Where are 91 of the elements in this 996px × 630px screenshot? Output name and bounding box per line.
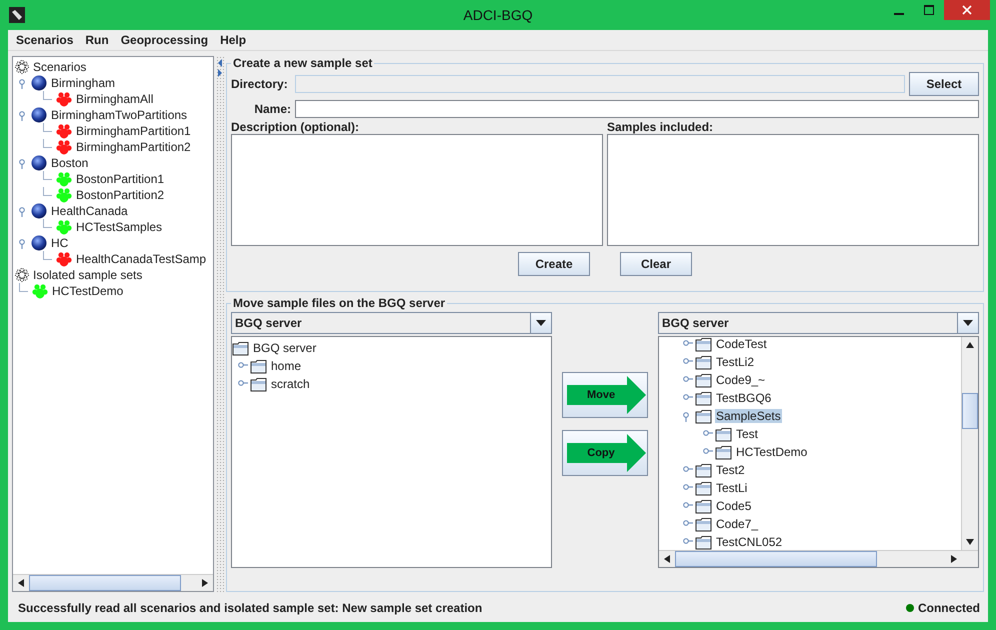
folder-icon [715,426,732,442]
tree-item[interactable]: TestLi2 [715,355,756,369]
scrollbar-thumb[interactable] [962,393,978,429]
horizontal-scrollbar[interactable] [13,574,213,591]
maximize-icon [924,5,934,15]
name-field[interactable] [295,100,979,118]
tree-item[interactable]: Test2 [715,463,746,477]
status-message: Successfully read all scenarios and isolated sample set: New sample set creation [18,601,482,615]
minimize-icon [894,13,904,15]
action-button[interactable]: Create [518,252,590,276]
tree-item[interactable]: TestCNL052 [715,535,784,549]
tree-item[interactable]: BirminghamTwoPartitions [50,108,188,122]
globe-icon [31,107,47,123]
field-label: Directory: [231,77,289,91]
scroll-arrow-icon [966,342,974,348]
globe-icon [31,235,47,251]
tree-item[interactable]: HealthCanada [50,204,129,218]
connection-status: Connected [918,601,980,615]
window-title: ADCI-BGQ [462,7,534,23]
tree-item[interactable]: HCTestSamples [75,220,164,234]
arrow-button[interactable]: Copy [562,430,648,476]
menu-item[interactable]: Help [214,33,252,47]
vertical-scrollbar[interactable] [961,337,978,550]
tree-item[interactable]: SampleSets [715,409,782,423]
folder-icon [250,376,267,392]
folder-icon [715,444,732,460]
samples-list[interactable] [607,134,979,246]
panel-title: Create a new sample set [232,56,374,70]
tree-item[interactable]: scratch [270,377,311,391]
scroll-arrow-icon [18,579,24,587]
folder-icon [695,390,712,406]
app-icon [9,7,25,23]
tree-item[interactable]: BirminghamAll [75,92,154,106]
action-button[interactable]: Clear [620,252,692,276]
tree-item[interactable]: HealthCanadaTestSamp [75,252,208,266]
globe-icon [31,155,47,171]
horizontal-scrollbar[interactable] [659,550,978,567]
tree-item[interactable]: Code9_~ [715,373,766,387]
folder-icon [695,354,712,370]
tree-item[interactable]: HCTestDemo [735,445,808,459]
folder-icon [695,372,712,388]
scroll-arrow-icon [951,555,957,563]
folder-icon [250,358,267,374]
arrow-icon [565,374,647,414]
description-field[interactable] [231,134,603,246]
arrow-icon [565,432,647,472]
tree-item[interactable]: BGQ server [252,341,318,355]
field-label: Name: [253,102,291,116]
tree-item[interactable]: home [270,359,302,373]
tree-item[interactable]: Isolated sample sets [32,268,144,282]
tree-item[interactable]: Birmingham [50,76,116,90]
menu-item[interactable]: Scenarios [10,33,80,47]
folder-icon [695,480,712,496]
scrollbar-thumb[interactable] [675,551,877,567]
server-dropdown[interactable]: BGQ server [658,312,979,334]
arrow-button[interactable]: Move [562,372,648,418]
globe-icon [31,75,47,91]
tree-item[interactable]: TestLi [715,481,748,495]
close-button[interactable] [944,0,990,20]
tree-item[interactable]: Boston [50,156,90,170]
scroll-arrow-icon [664,555,670,563]
close-icon [962,5,972,15]
field-label: Description (optional): [231,120,360,134]
tree-item[interactable]: BirminghamPartition2 [75,140,192,154]
folder-icon [695,516,712,532]
caret-icon [536,320,546,326]
scrollbar-thumb[interactable] [29,575,181,591]
tree-item[interactable]: Code5 [715,499,752,513]
folder-icon [695,408,712,424]
tree-item[interactable]: BostonPartition1 [75,172,166,186]
menu-item[interactable]: Run [79,33,115,47]
caret-icon [963,320,973,326]
folder-icon [695,498,712,514]
server-dropdown[interactable]: BGQ server [231,312,552,334]
tree-item[interactable]: HCTestDemo [51,284,124,298]
tree-item[interactable]: Code7_ [715,517,760,531]
tree-item[interactable]: HC [50,236,70,250]
tree-item[interactable]: TestBGQ6 [715,391,772,405]
folder-icon [695,462,712,478]
panel-title: Move sample files on the BGQ server [232,296,446,310]
field-label: Samples included: [607,120,714,134]
scroll-arrow-icon [966,539,974,545]
menu-item[interactable]: Geoprocessing [114,33,214,47]
tree-item[interactable]: Scenarios [32,60,88,74]
tree-item[interactable]: BirminghamPartition1 [75,124,192,138]
globe-icon [31,203,47,219]
scroll-arrow-icon [202,579,208,587]
folder-icon [695,534,712,550]
tree-item[interactable]: Test [735,427,760,441]
tree-item[interactable]: CodeTest [715,337,768,351]
tree-item[interactable]: BostonPartition2 [75,188,166,202]
